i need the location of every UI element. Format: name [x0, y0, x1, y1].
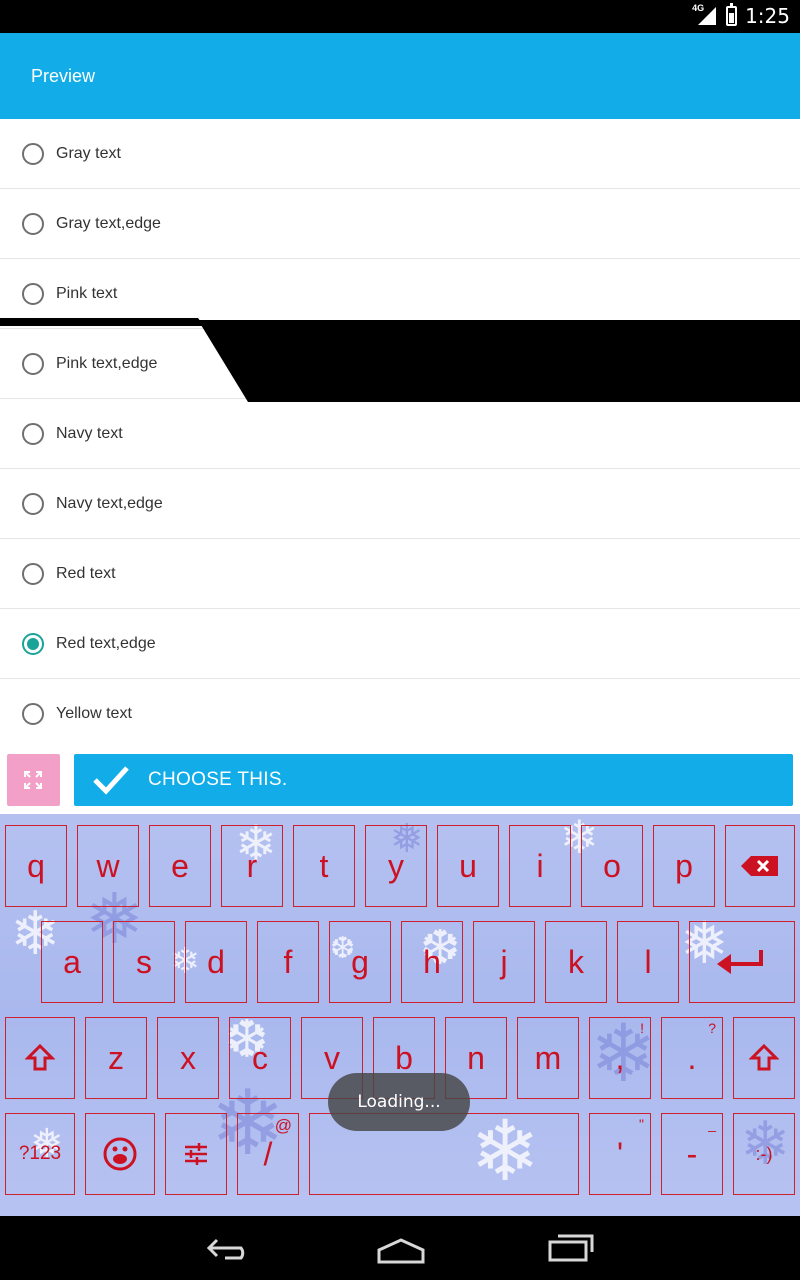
key-d[interactable]: d — [185, 921, 247, 1003]
backspace-key[interactable] — [725, 825, 795, 907]
key-comma[interactable]: , ! — [589, 1017, 651, 1099]
option-label: Pink text — [56, 284, 118, 302]
option-row[interactable]: Gray text,edge — [0, 189, 800, 259]
network-type: 4G — [692, 3, 705, 13]
option-row[interactable]: Yellow text — [0, 679, 800, 749]
option-label: Yellow text — [56, 704, 132, 722]
key-w[interactable]: w — [77, 825, 139, 907]
emoji-key[interactable] — [85, 1113, 155, 1195]
option-label: Gray text,edge — [56, 214, 161, 232]
shift-icon — [749, 1043, 779, 1071]
key-f[interactable]: f — [257, 921, 319, 1003]
option-label: Navy text — [56, 424, 123, 442]
key-m[interactable]: m — [517, 1017, 579, 1099]
key-period-hint: ? — [708, 1020, 716, 1036]
back-icon[interactable] — [205, 1236, 255, 1262]
radio-button[interactable] — [22, 282, 44, 305]
option-row[interactable]: Navy text,edge — [0, 469, 800, 539]
key-h[interactable]: h — [401, 921, 463, 1003]
enter-icon — [717, 950, 763, 974]
radio-button[interactable] — [22, 492, 44, 515]
option-row[interactable]: Red text — [0, 539, 800, 609]
sliders-icon — [185, 1143, 207, 1165]
key-k[interactable]: k — [545, 921, 607, 1003]
shift-icon — [25, 1043, 55, 1071]
key-apostrophe-label: ' — [616, 1135, 624, 1172]
key-apostrophe-hint: " — [639, 1116, 644, 1132]
key-g[interactable]: g — [329, 921, 391, 1003]
key-s[interactable]: s — [113, 921, 175, 1003]
key-y[interactable]: y — [365, 825, 427, 907]
key-j[interactable]: j — [473, 921, 535, 1003]
key-o[interactable]: o — [581, 825, 643, 907]
radio-button[interactable] — [22, 212, 44, 235]
option-label: Red text — [56, 564, 116, 582]
key-c[interactable]: c — [229, 1017, 291, 1099]
check-icon — [93, 766, 129, 795]
key-period[interactable]: . ? — [661, 1017, 723, 1099]
key-l[interactable]: l — [617, 921, 679, 1003]
choose-this-button[interactable]: CHOOSE THIS. — [74, 754, 793, 806]
shift-key-left[interactable] — [5, 1017, 75, 1099]
key-e[interactable]: e — [149, 825, 211, 907]
radio-button[interactable] — [22, 142, 44, 165]
battery-icon — [726, 3, 738, 26]
option-label: Red text,edge — [56, 634, 156, 652]
option-row[interactable]: Pink text — [0, 259, 800, 329]
signal-icon: 4G — [692, 3, 718, 27]
key-slash-hint: @ — [274, 1116, 292, 1135]
key-z[interactable]: z — [85, 1017, 147, 1099]
key-p[interactable]: p — [653, 825, 715, 907]
home-icon[interactable] — [375, 1236, 427, 1264]
radio-button[interactable] — [22, 702, 44, 725]
page-title: Preview — [31, 66, 96, 86]
choose-this-label: CHOOSE THIS. — [148, 769, 288, 790]
backspace-icon — [741, 856, 778, 876]
loading-toast: Loading... — [328, 1073, 470, 1131]
option-label: Navy text,edge — [56, 494, 163, 512]
smiley-icon — [103, 1137, 137, 1171]
option-label: Gray text — [56, 144, 121, 162]
option-row[interactable]: Navy text — [0, 399, 800, 469]
radio-button[interactable] — [22, 422, 44, 445]
status-bar: 4G 1:25 — [0, 0, 800, 33]
option-list: Gray text Gray text,edge Pink text Pink … — [0, 119, 800, 749]
key-a[interactable]: a — [41, 921, 103, 1003]
key-t[interactable]: t — [293, 825, 355, 907]
expand-button[interactable] — [7, 754, 60, 806]
smiley-text-key[interactable]: :-) — [733, 1113, 795, 1195]
key-comma-label: , — [615, 1039, 625, 1076]
navigation-bar — [0, 1216, 800, 1280]
key-slash[interactable]: / @ — [237, 1113, 299, 1195]
key-apostrophe[interactable]: ' " — [589, 1113, 651, 1195]
key-comma-hint: ! — [640, 1020, 644, 1036]
keyboard: ❄ ❅ ❄ ❆ ❄ ❅ ❄ ❆ ❄ ❄ ❄ ❅ ❅ ❄ ❆ q w e r t … — [0, 814, 800, 1216]
key-dash-hint: _ — [708, 1116, 716, 1132]
radio-button[interactable] — [22, 562, 44, 585]
key-r[interactable]: r — [221, 825, 283, 907]
status-time: 1:25 — [745, 4, 790, 28]
key-x[interactable]: x — [157, 1017, 219, 1099]
shift-key-right[interactable] — [733, 1017, 795, 1099]
expand-icon — [24, 771, 42, 789]
key-dash-label: - — [686, 1135, 698, 1172]
recent-apps-icon[interactable] — [548, 1232, 596, 1264]
option-label: Pink text,edge — [56, 354, 158, 372]
symbols-key[interactable]: ?123 — [5, 1113, 75, 1195]
key-dash[interactable]: - _ — [661, 1113, 723, 1195]
action-bar: CHOOSE THIS. — [0, 748, 800, 812]
option-row[interactable]: Gray text — [0, 119, 800, 189]
option-row[interactable]: Pink text,edge — [0, 329, 800, 399]
radio-button-selected[interactable] — [22, 632, 44, 655]
key-slash-label: / — [263, 1135, 273, 1172]
key-i[interactable]: i — [509, 825, 571, 907]
enter-key[interactable] — [689, 921, 795, 1003]
key-q[interactable]: q — [5, 825, 67, 907]
radio-button[interactable] — [22, 352, 44, 375]
settings-key[interactable] — [165, 1113, 227, 1195]
key-period-label: . — [687, 1039, 697, 1076]
option-row[interactable]: Red text,edge — [0, 609, 800, 679]
app-bar: Preview — [0, 33, 800, 119]
key-u[interactable]: u — [437, 825, 499, 907]
